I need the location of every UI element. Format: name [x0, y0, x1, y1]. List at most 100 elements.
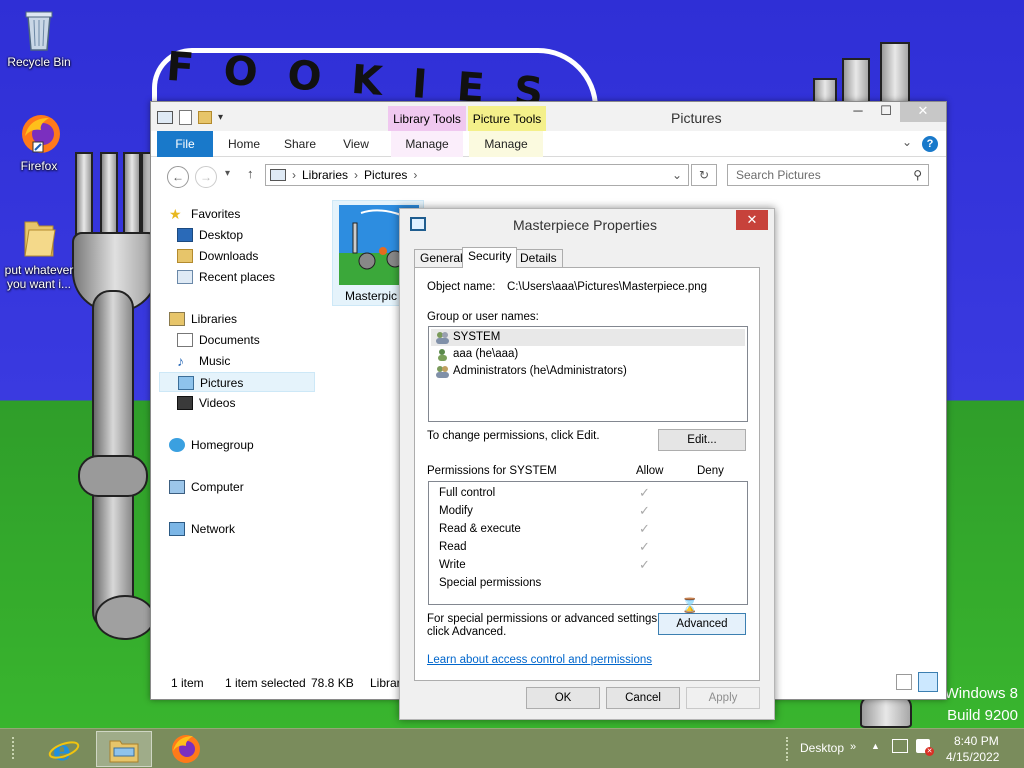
user-row-aaa[interactable]: aaa (he\aaa)	[431, 346, 745, 363]
nav-computer[interactable]: Computer	[159, 477, 315, 497]
tab-file[interactable]: File	[157, 131, 213, 157]
dialog-close-button[interactable]: ✕	[736, 210, 768, 230]
clock-time[interactable]: 8:40 PM	[954, 734, 999, 748]
close-button[interactable]: ✕	[900, 102, 946, 122]
volume-muted-icon[interactable]: ✕	[916, 739, 934, 756]
nav-label: Documents	[199, 333, 260, 347]
folder-icon	[19, 216, 59, 260]
tab-security[interactable]: Security	[462, 247, 518, 268]
ribbon-tabs: File Home Share View Manage Manage ⌄ ?	[151, 131, 946, 157]
dialog-titlebar[interactable]: Masterpiece Properties ✕	[400, 209, 774, 239]
nav-desktop[interactable]: Desktop	[159, 225, 315, 245]
nav-network[interactable]: Network	[159, 519, 315, 539]
user-name: Administrators (he\Administrators)	[453, 365, 627, 377]
learn-access-control-link[interactable]: Learn about access control and permissio…	[427, 654, 652, 666]
user-list[interactable]: SYSTEM aaa (he\aaa) Administrators (he\A…	[428, 326, 748, 422]
up-button[interactable]: ↑	[247, 166, 254, 181]
user-row-system[interactable]: SYSTEM	[431, 329, 745, 346]
properties-dialog[interactable]: Masterpiece Properties ✕ General Securit…	[399, 208, 775, 720]
address-dropdown-icon[interactable]: ⌄	[672, 168, 682, 182]
nav-videos[interactable]: Videos	[159, 393, 315, 413]
permission-row: Read & execute ✓	[439, 520, 749, 538]
nav-favorites[interactable]: ★ Favorites	[159, 204, 315, 224]
help-icon[interactable]: ?	[922, 136, 938, 152]
cancel-button[interactable]: Cancel	[606, 687, 680, 709]
taskbar-gripper[interactable]	[12, 737, 22, 759]
permission-row: Full control ✓	[439, 484, 749, 502]
ribbon-expand-icon[interactable]: ⌄	[902, 135, 912, 149]
fork-fist	[78, 455, 148, 497]
search-input[interactable]: Search Pictures ⚲	[727, 164, 929, 186]
taskbar-internet-explorer[interactable]: e	[36, 731, 92, 767]
permission-row: Write ✓	[439, 556, 749, 574]
large-icons-view-icon[interactable]	[918, 672, 938, 692]
tab-general[interactable]: General	[414, 249, 469, 267]
qat-dropdown-icon[interactable]: ▾	[218, 112, 223, 123]
recent-locations-icon[interactable]: ▾	[225, 168, 230, 179]
allow-check-icon: ✓	[639, 503, 650, 518]
back-button[interactable]: ←	[167, 166, 189, 188]
users-group-icon	[435, 365, 450, 378]
context-tab-picture-tools: Picture Tools	[468, 106, 546, 131]
breadcrumb-chevron-icon[interactable]: ›	[292, 168, 296, 182]
tab-share[interactable]: Share	[277, 131, 323, 157]
permission-name: Full control	[439, 487, 496, 499]
nav-homegroup[interactable]: Homegroup	[159, 435, 315, 455]
minimize-button[interactable]: ─	[844, 102, 872, 122]
address-bar[interactable]: › Libraries › Pictures › ⌄	[265, 164, 689, 186]
forward-button[interactable]: →	[195, 166, 217, 188]
nav-music[interactable]: ♪ Music	[159, 351, 315, 371]
toolbar-gripper[interactable]	[786, 737, 788, 761]
group-label: Group or user names:	[427, 311, 539, 323]
tab-library-manage[interactable]: Manage	[391, 131, 463, 157]
breadcrumb-libraries[interactable]: Libraries	[302, 168, 348, 182]
taskbar-file-explorer[interactable]	[96, 731, 152, 767]
nav-recent-places[interactable]: Recent places	[159, 267, 315, 287]
downloads-icon	[177, 249, 193, 263]
breadcrumb-chevron-icon[interactable]: ›	[413, 168, 417, 182]
window-title: Pictures	[671, 110, 722, 126]
user-row-administrators[interactable]: Administrators (he\Administrators)	[431, 363, 745, 380]
taskbar-firefox[interactable]	[158, 731, 214, 767]
tab-details[interactable]: Details	[514, 249, 563, 267]
desktop-icon-firefox[interactable]: Firefox	[1, 112, 77, 173]
new-folder-icon[interactable]	[198, 111, 212, 124]
details-view-icon[interactable]	[896, 674, 912, 690]
permission-name: Special permissions	[439, 577, 542, 589]
breadcrumb-pictures[interactable]: Pictures	[364, 168, 407, 182]
show-hidden-icons-icon[interactable]: ▲	[871, 741, 880, 751]
search-icon: ⚲	[913, 168, 922, 182]
toolbar-chevron-icon[interactable]: »	[850, 741, 856, 753]
desktop-icon-folder[interactable]: put whatever you want i...	[1, 216, 77, 291]
quick-access-toolbar: ▾	[157, 110, 223, 125]
tab-view[interactable]: View	[333, 131, 379, 157]
ok-button[interactable]: OK	[526, 687, 600, 709]
nav-pictures[interactable]: Pictures	[159, 372, 315, 392]
apply-button[interactable]: Apply	[686, 687, 760, 709]
window-icon[interactable]	[157, 111, 173, 124]
nav-label: Favorites	[191, 207, 241, 221]
nav-documents[interactable]: Documents	[159, 330, 315, 350]
permissions-list[interactable]: Full control ✓ Modify ✓ Read & execute ✓…	[428, 481, 748, 605]
allow-check-icon: ✓	[639, 539, 650, 554]
action-center-icon[interactable]	[892, 739, 908, 753]
tab-home[interactable]: Home	[221, 131, 267, 157]
refresh-button[interactable]: ↻	[691, 164, 717, 186]
properties-icon[interactable]	[179, 110, 192, 125]
advanced-button[interactable]: Advanced	[658, 613, 746, 635]
mouse-cursor-icon: ⌛	[681, 597, 699, 613]
breadcrumb-chevron-icon[interactable]: ›	[354, 168, 358, 182]
edit-button[interactable]: Edit...	[658, 429, 746, 451]
clock-date[interactable]: 4/15/2022	[946, 750, 999, 764]
library-icon	[270, 169, 286, 181]
maximize-button[interactable]: ☐	[872, 102, 900, 122]
explorer-titlebar[interactable]: ▾ Library Tools Picture Tools Pictures ─…	[151, 102, 946, 131]
nav-downloads[interactable]: Downloads	[159, 246, 315, 266]
desktop-icon-recycle-bin[interactable]: Recycle Bin	[1, 8, 77, 69]
nav-label: Network	[191, 522, 236, 536]
desktop-toolbar-label[interactable]: Desktop	[800, 741, 844, 755]
nav-libraries[interactable]: Libraries	[159, 309, 315, 329]
address-toolbar: ← → ▾ ↑ › Libraries › Pictures › ⌄ ↻ Sea…	[151, 158, 946, 192]
permission-row: Special permissions	[439, 574, 749, 592]
tab-picture-manage[interactable]: Manage	[469, 131, 543, 157]
